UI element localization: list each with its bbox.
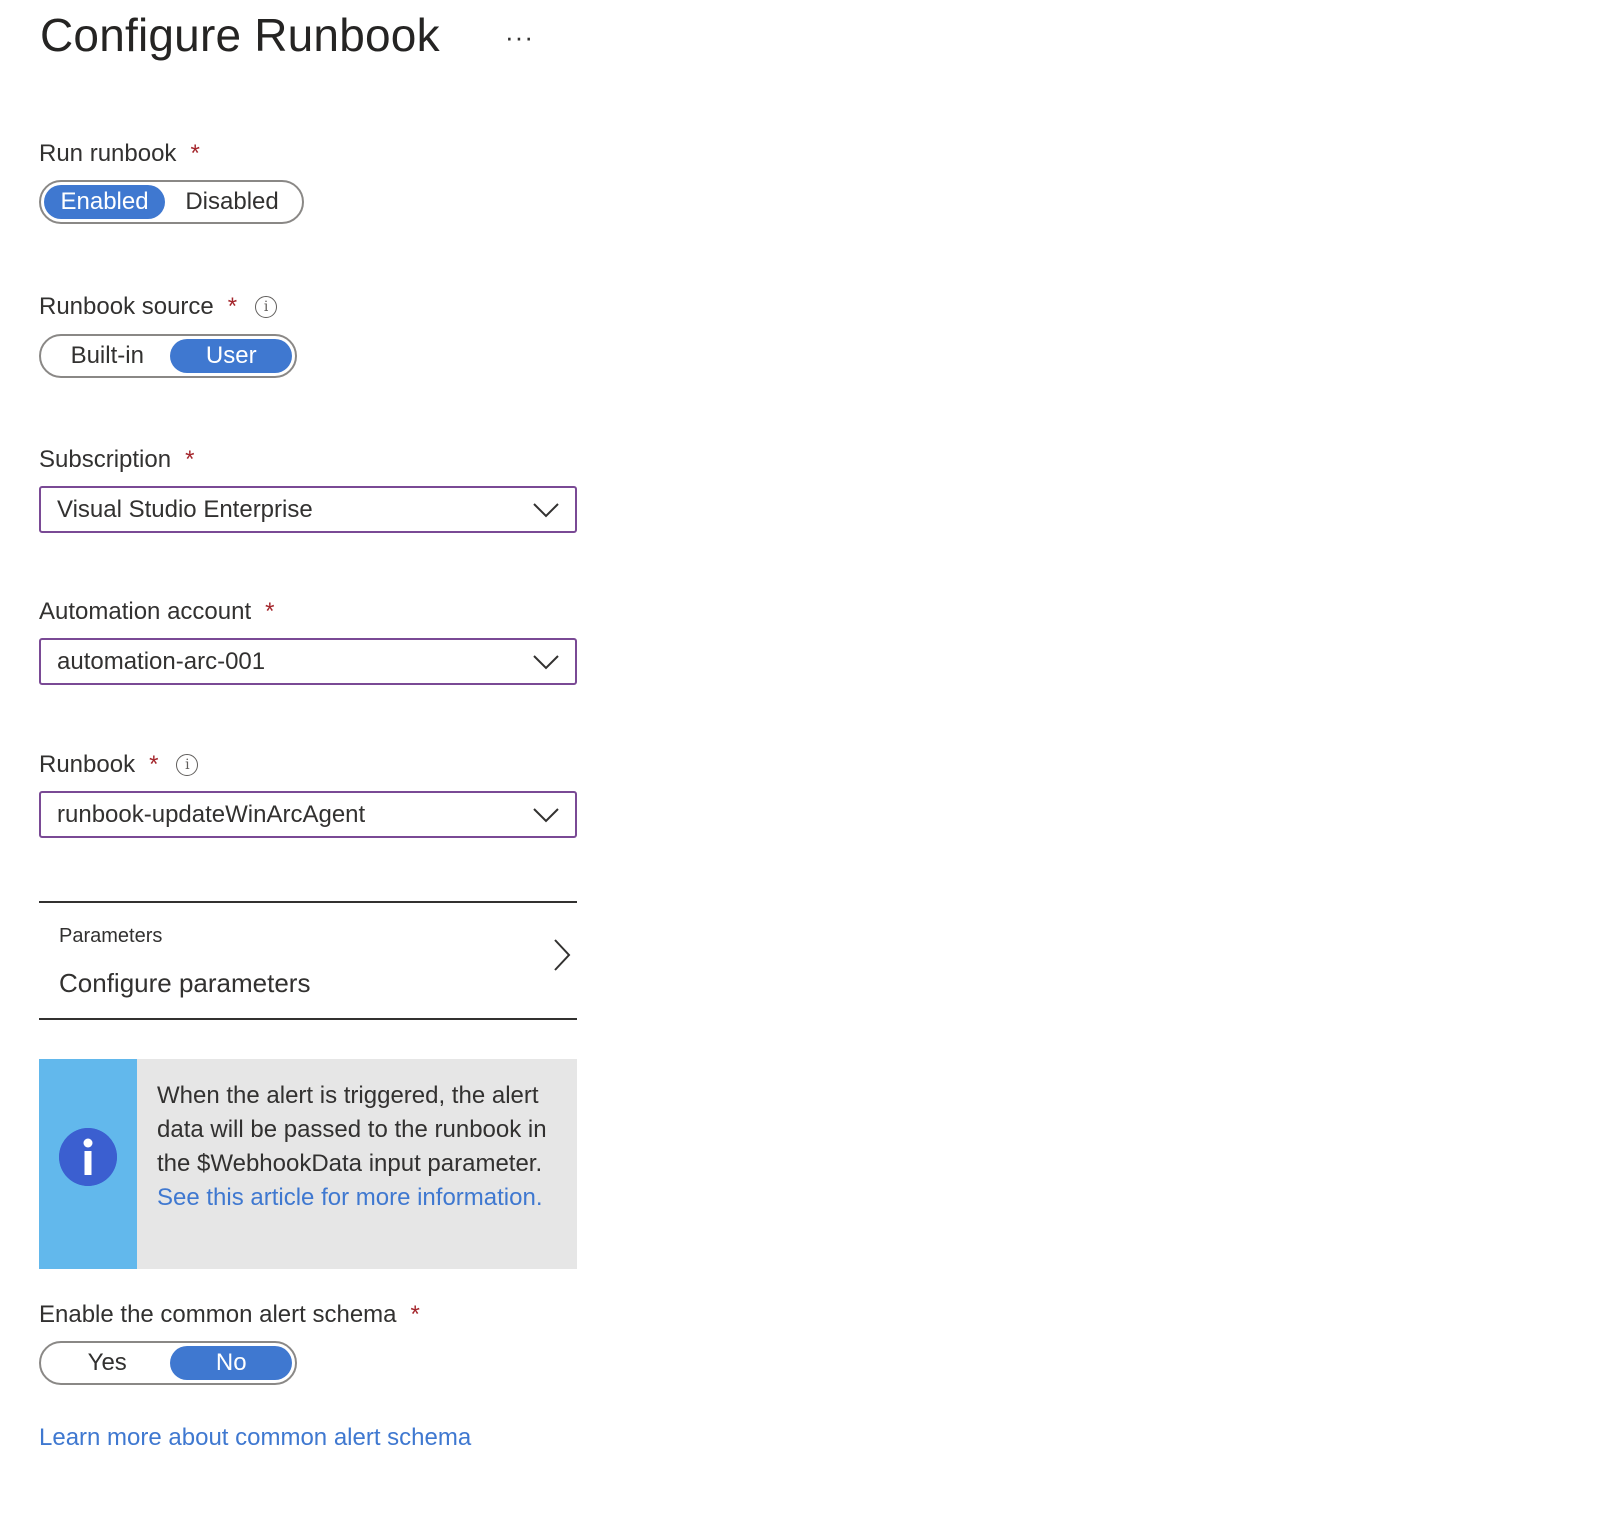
chevron-down-icon xyxy=(533,807,559,822)
page-title: Configure Runbook xyxy=(40,9,440,61)
runbook-dropdown[interactable]: runbook-updateWinArcAgent xyxy=(39,791,577,838)
info-accent-bar xyxy=(39,1059,137,1269)
common-alert-schema-option-no[interactable]: No xyxy=(170,1346,292,1380)
subscription-value: Visual Studio Enterprise xyxy=(57,495,313,523)
required-asterisk: * xyxy=(190,140,200,167)
configure-parameters-link[interactable]: Configure parameters xyxy=(59,968,310,999)
parameters-label: Parameters xyxy=(59,925,163,947)
subscription-label-text: Subscription xyxy=(39,446,172,473)
required-asterisk: * xyxy=(185,446,195,473)
info-message-box: When the alert is triggered, the alert d… xyxy=(39,1059,577,1269)
required-asterisk: * xyxy=(149,751,159,778)
chevron-right-icon[interactable] xyxy=(552,938,572,972)
run-runbook-option-enabled[interactable]: Enabled xyxy=(44,185,166,219)
automation-account-label: Automation account * xyxy=(39,598,274,626)
info-icon xyxy=(59,1128,117,1186)
chevron-down-icon xyxy=(533,654,559,669)
more-options-button[interactable]: ··· xyxy=(505,22,534,53)
runbook-source-option-builtin[interactable]: Built-in xyxy=(44,339,170,373)
automation-account-value: automation-arc-001 xyxy=(57,647,266,675)
common-alert-schema-toggle[interactable]: Yes No xyxy=(39,1341,297,1385)
required-asterisk: * xyxy=(227,293,238,320)
runbook-label: Runbook * i xyxy=(39,751,199,779)
learn-more-common-alert-schema-link[interactable]: Learn more about common alert schema xyxy=(39,1424,471,1452)
subscription-dropdown[interactable]: Visual Studio Enterprise xyxy=(39,486,577,533)
info-icon[interactable]: i xyxy=(176,754,199,776)
see-article-link[interactable]: See this article for more information. xyxy=(157,1184,543,1211)
run-runbook-option-disabled[interactable]: Disabled xyxy=(165,185,299,219)
automation-account-dropdown[interactable]: automation-arc-001 xyxy=(39,638,577,685)
automation-account-label-text: Automation account xyxy=(39,598,252,625)
info-icon[interactable]: i xyxy=(255,296,278,318)
required-asterisk: * xyxy=(265,598,275,625)
run-runbook-toggle[interactable]: Enabled Disabled xyxy=(39,180,304,224)
runbook-label-text: Runbook xyxy=(39,751,136,778)
required-asterisk: * xyxy=(410,1301,420,1328)
runbook-source-option-user[interactable]: User xyxy=(170,339,292,373)
common-alert-schema-option-yes[interactable]: Yes xyxy=(44,1346,170,1380)
run-runbook-label-text: Run runbook xyxy=(39,140,177,167)
runbook-source-label-text: Runbook source xyxy=(39,293,214,320)
runbook-source-label: Runbook source * i xyxy=(39,293,278,321)
chevron-down-icon xyxy=(533,502,559,517)
run-runbook-label: Run runbook * xyxy=(39,140,200,168)
runbook-value: runbook-updateWinArcAgent xyxy=(57,800,366,828)
configure-parameters-row[interactable] xyxy=(39,903,577,1018)
info-message-body: When the alert is triggered, the alert d… xyxy=(157,1082,547,1177)
common-alert-schema-label-text: Enable the common alert schema xyxy=(39,1301,397,1328)
subscription-label: Subscription * xyxy=(39,446,194,474)
runbook-source-toggle[interactable]: Built-in User xyxy=(39,334,297,378)
common-alert-schema-label: Enable the common alert schema * xyxy=(39,1301,420,1329)
info-message-text: When the alert is triggered, the alert d… xyxy=(157,1079,567,1215)
divider xyxy=(39,1018,577,1020)
